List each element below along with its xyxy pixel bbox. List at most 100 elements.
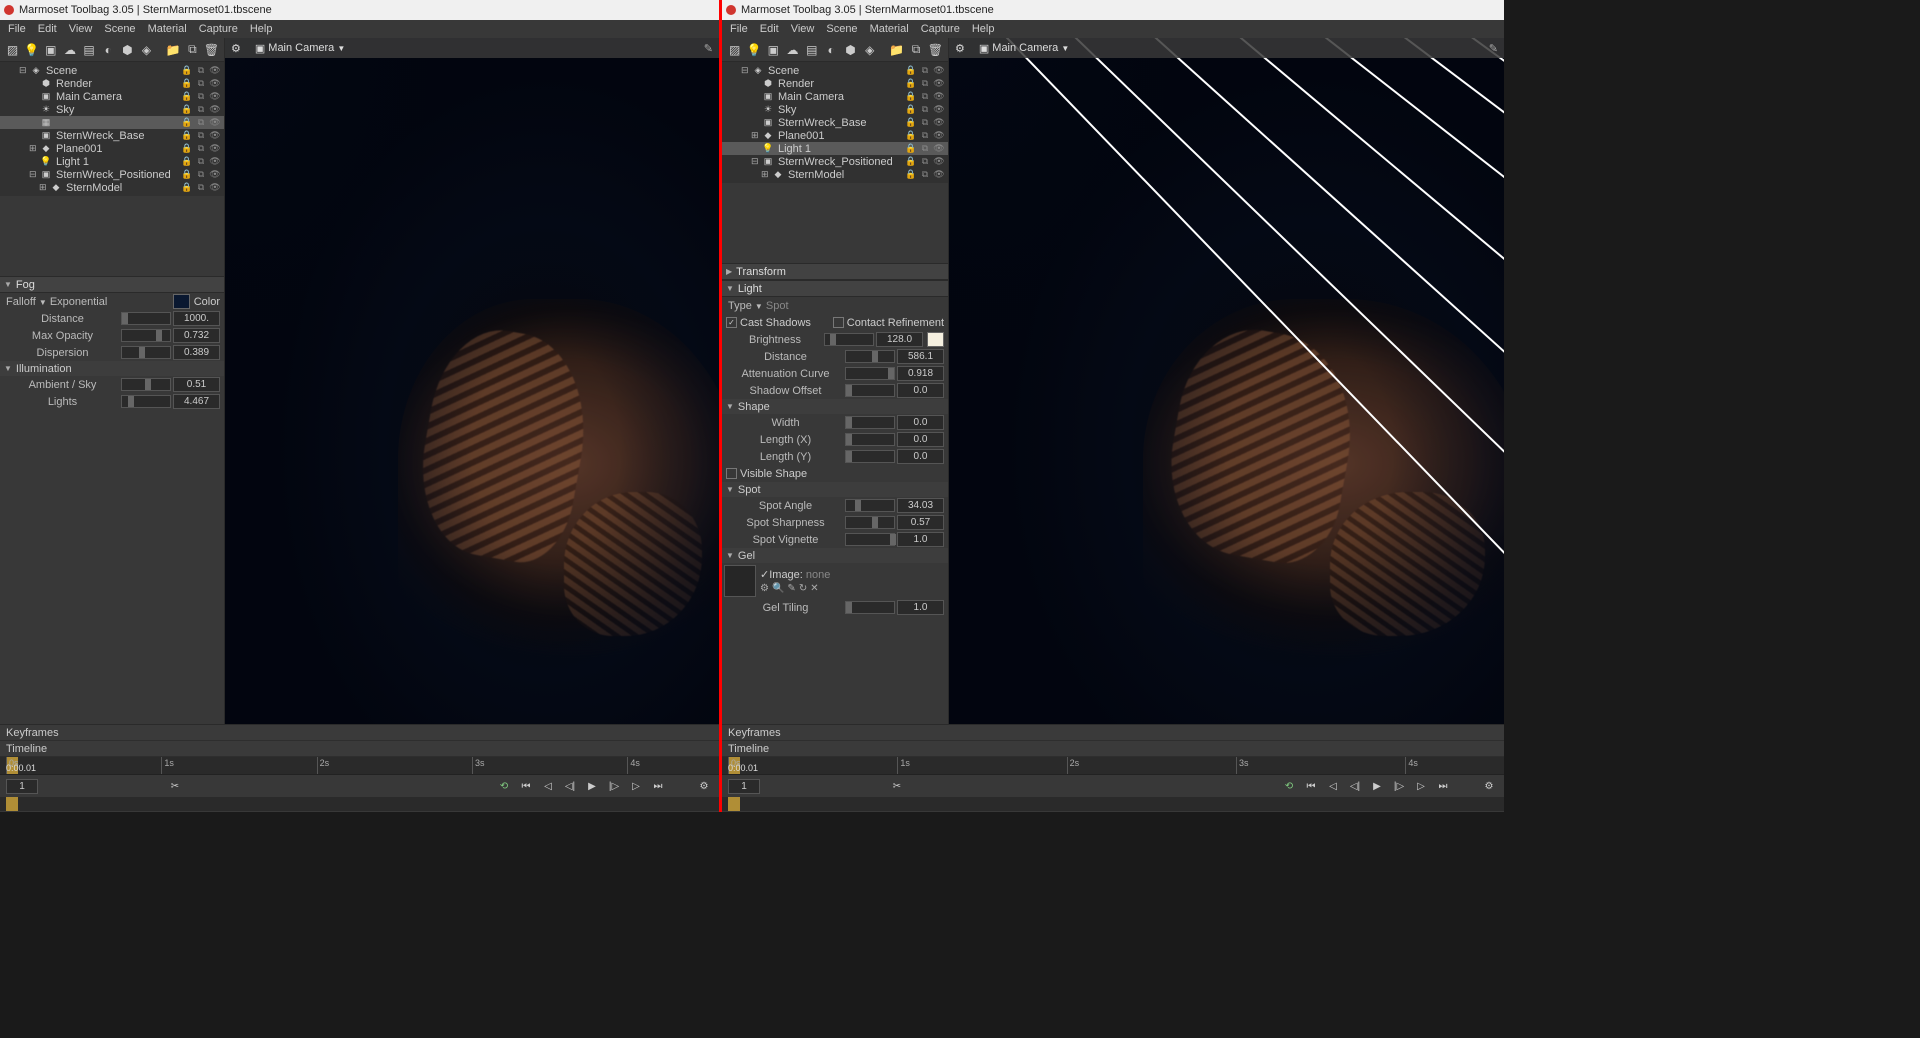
menu-help[interactable]: Help [966, 23, 1001, 35]
fog-color-swatch[interactable] [173, 294, 190, 309]
timeline-ruler[interactable]: 0:00.01 0s1s2s3s4s [722, 757, 1504, 775]
transform-header[interactable]: ▶Transform [722, 263, 948, 280]
add-light-icon[interactable]: 💡 [745, 41, 762, 59]
timeline-track[interactable] [722, 797, 1504, 811]
duplicate-icon[interactable]: ⧉ [907, 41, 924, 59]
tree-item[interactable]: 💡Light 1🔒⧉👁 [722, 142, 948, 155]
settings-icon[interactable]: ⚙ [1480, 778, 1498, 794]
add-group-icon[interactable]: ◈ [138, 41, 155, 59]
viewport[interactable]: ⚙ ▣ Main Camera ▼ ✎ [949, 38, 1504, 724]
menu-scene[interactable]: Scene [820, 23, 863, 35]
add-light-icon[interactable]: 💡 [23, 41, 40, 59]
menu-edit[interactable]: Edit [754, 23, 785, 35]
tree-item[interactable]: ☀Sky🔒⧉👁 [722, 103, 948, 116]
menu-scene[interactable]: Scene [98, 23, 141, 35]
step-back-icon[interactable]: ◁ [539, 778, 557, 794]
step-fwd-icon[interactable]: ▷ [1412, 778, 1430, 794]
timeline-ruler[interactable]: 0:00.01 0s1s2s3s4s [0, 757, 719, 775]
tree-item[interactable]: ⬢Render🔒⧉👁 [0, 77, 224, 90]
brightness-slider[interactable] [824, 333, 874, 346]
falloff-value[interactable]: Exponential [50, 296, 108, 308]
add-object-icon[interactable]: ▨ [726, 41, 743, 59]
next-key-icon[interactable]: |▷ [1390, 778, 1408, 794]
prev-key-icon[interactable]: ◁| [1346, 778, 1364, 794]
add-sky-icon[interactable]: ☁ [61, 41, 78, 59]
gear-icon[interactable]: ⚙ [760, 583, 769, 594]
fog-opacity-value[interactable]: 0.732 [173, 328, 220, 343]
duplicate-icon[interactable]: ⧉ [184, 41, 201, 59]
loop-icon[interactable]: ⟲ [1280, 778, 1298, 794]
menu-capture[interactable]: Capture [915, 23, 966, 35]
gel-thumbnail[interactable] [724, 565, 756, 597]
spot-angle-slider[interactable] [845, 499, 895, 512]
delete-icon[interactable]: 🗑 [927, 41, 944, 59]
gel-image-checkbox[interactable]: ✓ [760, 568, 769, 581]
camera-dropdown[interactable]: ▣ Main Camera ▼ [979, 42, 1069, 55]
tree-item[interactable]: ⊟▣SternWreck_Positioned🔒⧉👁 [722, 155, 948, 168]
gel-header[interactable]: ▼Gel [722, 548, 948, 563]
frame-number[interactable]: 1 [6, 779, 38, 794]
play-icon[interactable]: ▶ [1368, 778, 1386, 794]
cast-shadows-checkbox[interactable]: ✓ [726, 317, 737, 328]
goto-start-icon[interactable]: ⏮ [517, 778, 535, 794]
spot-vig-slider[interactable] [845, 533, 895, 546]
shadow-offset-slider[interactable] [845, 384, 895, 397]
add-group-icon[interactable]: ◈ [861, 41, 878, 59]
next-key-icon[interactable]: |▷ [605, 778, 623, 794]
delete-icon[interactable]: 🗑 [203, 41, 220, 59]
tree-item[interactable]: ▣SternWreck_Base🔒⧉👁 [722, 116, 948, 129]
tree-item[interactable]: ⬢Render🔒⧉👁 [722, 77, 948, 90]
light-distance-slider[interactable] [845, 350, 895, 363]
scene-tree[interactable]: ⊟◈Scene🔒⧉👁⬢Render🔒⧉👁▣Main Camera🔒⧉👁☀Sky🔒… [722, 62, 948, 183]
menu-capture[interactable]: Capture [193, 23, 244, 35]
ambient-value[interactable]: 0.51 [173, 377, 220, 392]
add-shadow-icon[interactable]: ◐ [100, 41, 117, 59]
menu-file[interactable]: File [2, 23, 32, 35]
tree-item[interactable]: 💡Light 1🔒⧉👁 [0, 155, 224, 168]
folder-icon[interactable]: 📁 [888, 41, 905, 59]
tree-item[interactable]: ☀Sky🔒⧉👁 [0, 103, 224, 116]
spot-header[interactable]: ▼Spot [722, 482, 948, 497]
spot-sharp-slider[interactable] [845, 516, 895, 529]
tree-item[interactable]: ▣SternWreck_Base🔒⧉👁 [0, 129, 224, 142]
width-slider[interactable] [845, 416, 895, 429]
add-fog-icon[interactable]: ▤ [81, 41, 98, 59]
visible-shape-checkbox[interactable] [726, 468, 737, 479]
add-shadow-icon[interactable]: ◐ [822, 41, 839, 59]
camera-dropdown[interactable]: ▣ Main Camera ▼ [255, 42, 345, 55]
atten-slider[interactable] [845, 367, 895, 380]
tree-item[interactable]: ⊞◆SternModel🔒⧉👁 [722, 168, 948, 181]
tree-item[interactable]: ▦🔒⧉👁 [0, 116, 224, 129]
folder-icon[interactable]: 📁 [165, 41, 182, 59]
menu-view[interactable]: View [785, 23, 821, 35]
add-mesh-icon[interactable]: ⬢ [842, 41, 859, 59]
light-type-value[interactable]: Spot [766, 300, 789, 312]
gel-tiling-slider[interactable] [845, 601, 895, 614]
fog-dispersion-slider[interactable] [121, 346, 171, 359]
viewport[interactable]: ⚙ ▣ Main Camera ▼ ✎ [225, 38, 719, 724]
play-icon[interactable]: ▶ [583, 778, 601, 794]
brush-icon[interactable]: ✎ [1489, 42, 1498, 55]
goto-start-icon[interactable]: ⏮ [1302, 778, 1320, 794]
fog-dispersion-value[interactable]: 0.389 [173, 345, 220, 360]
tree-item[interactable]: ⊟◈Scene🔒⧉👁 [0, 64, 224, 77]
light-header[interactable]: ▼Light [722, 280, 948, 297]
gear-icon[interactable]: ⚙ [231, 42, 241, 55]
cut-icon[interactable]: ✂ [888, 778, 906, 794]
length-y-slider[interactable] [845, 450, 895, 463]
search-icon[interactable]: 🔍 [772, 583, 784, 594]
tree-item[interactable]: ▣Main Camera🔒⧉👁 [0, 90, 224, 103]
keyframes-row[interactable]: Keyframes [0, 725, 719, 741]
tree-item[interactable]: ▣Main Camera🔒⧉👁 [722, 90, 948, 103]
brush-icon[interactable]: ✎ [704, 42, 713, 55]
timeline-track[interactable] [0, 797, 719, 811]
timeline-row[interactable]: Timeline [722, 741, 1504, 757]
frame-number[interactable]: 1 [728, 779, 760, 794]
tree-item[interactable]: ⊟◈Scene🔒⧉👁 [722, 64, 948, 77]
add-mesh-icon[interactable]: ⬢ [119, 41, 136, 59]
menu-help[interactable]: Help [244, 23, 279, 35]
lights-slider[interactable] [121, 395, 171, 408]
add-fog-icon[interactable]: ▤ [803, 41, 820, 59]
fog-panel-header[interactable]: ▼Fog [0, 276, 224, 293]
add-camera-icon[interactable]: ▣ [765, 41, 782, 59]
